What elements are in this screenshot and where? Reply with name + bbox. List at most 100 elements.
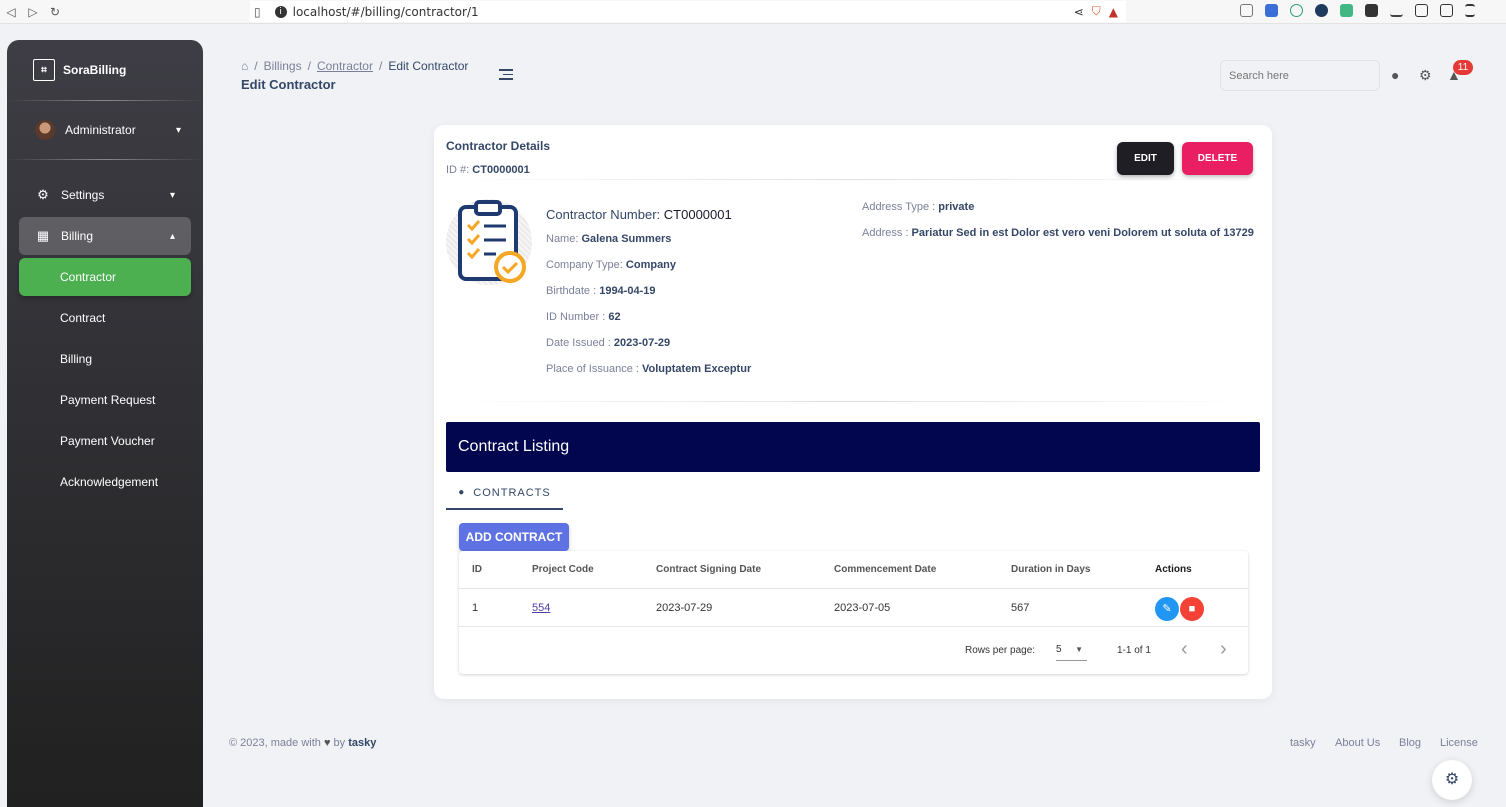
reader-icon[interactable]: [1240, 4, 1253, 17]
column-header[interactable]: ID: [472, 551, 482, 589]
sidebar-item-settings[interactable]: ⚙ Settings ▾: [19, 176, 191, 214]
footer-link-license[interactable]: License: [1440, 737, 1478, 749]
contractor-number-value: CT0000001: [663, 207, 732, 222]
back-icon[interactable]: ◁: [0, 5, 22, 19]
extension-icon[interactable]: [1315, 4, 1328, 17]
breadcrumb-contractor[interactable]: Contractor: [317, 59, 373, 73]
sidebar-item-label: Settings: [61, 188, 105, 202]
vue-devtools-icon[interactable]: [1340, 4, 1353, 17]
field-value: private: [938, 201, 975, 213]
gear-icon[interactable]: ⚙: [1419, 67, 1432, 84]
footer-link-about[interactable]: About Us: [1335, 737, 1380, 749]
sidebar-subitem-payment-request[interactable]: Payment Request: [19, 381, 191, 419]
reload-icon[interactable]: ↻: [44, 5, 66, 19]
sidebar: ⌗ SoraBilling Administrator ▾ ⚙ Settings…: [7, 40, 203, 807]
edit-row-button[interactable]: ✎: [1155, 597, 1179, 621]
column-header[interactable]: Duration in Days: [1011, 551, 1090, 589]
sidebar-subitem-label: Payment Voucher: [60, 434, 155, 448]
footer-link-blog[interactable]: Blog: [1399, 737, 1421, 749]
gear-icon: ⚙: [37, 187, 49, 202]
address-bar[interactable]: ▯ i localhost/#/billing/contractor/1 ⋖ ⛉…: [250, 1, 1126, 22]
column-header[interactable]: Contract Signing Date: [656, 551, 761, 589]
wallet-icon[interactable]: [1440, 4, 1453, 17]
footer-copyright: © 2023, made with ♥ by tasky: [229, 737, 376, 749]
column-header[interactable]: Project Code: [532, 551, 594, 589]
puzzle-icon[interactable]: [1365, 4, 1378, 17]
column-header[interactable]: Commencement Date: [834, 551, 936, 589]
search-input[interactable]: [1220, 60, 1380, 91]
caret-down-icon: ▼: [1075, 645, 1083, 654]
heart-icon: ♥: [323, 737, 331, 749]
prev-page-icon[interactable]: ‹: [1181, 638, 1188, 661]
field-address-type: Address Type : private: [862, 201, 1254, 227]
add-contract-button[interactable]: ADD CONTRACT: [459, 523, 569, 551]
field-value: 2023-07-29: [613, 337, 671, 349]
tab-label: CONTRACTS: [473, 486, 551, 499]
contracts-table: ID Project Code Contract Signing Date Co…: [459, 551, 1248, 674]
field-value: Voluptatem Exceptur: [642, 363, 752, 375]
breadcrumb-billings[interactable]: Billings: [264, 59, 302, 73]
home-icon[interactable]: ⌂: [241, 59, 248, 73]
field-date-issued: Date Issued : 2023-07-29: [546, 335, 751, 361]
extension-icon[interactable]: [1290, 4, 1303, 17]
field-label: Company Type:: [546, 259, 623, 271]
divider: [446, 179, 1258, 180]
menu-icon[interactable]: [1465, 4, 1475, 17]
footer-brand-link[interactable]: tasky: [348, 737, 376, 749]
user-menu[interactable]: Administrator ▾: [7, 101, 203, 159]
field-label: ID Number :: [546, 311, 606, 323]
gear-icon: ⚙: [1444, 771, 1460, 788]
extension-icon[interactable]: [1265, 4, 1278, 17]
rewards-icon[interactable]: ▲: [1109, 5, 1118, 19]
trash-icon: ■: [1188, 603, 1196, 615]
breadcrumb-current: Edit Contractor: [388, 59, 469, 73]
contract-listing-header: Contract Listing: [446, 422, 1260, 472]
table-header: ID Project Code Contract Signing Date Co…: [459, 551, 1248, 589]
footer-link-tasky[interactable]: tasky: [1290, 737, 1316, 749]
clipboard-icon: [446, 199, 532, 285]
delete-button[interactable]: DELETE: [1182, 142, 1253, 175]
sidebar-subitem-billing[interactable]: Billing: [19, 340, 191, 378]
chevron-up-icon: ▴: [169, 230, 175, 242]
sidebar-subitem-acknowledgement[interactable]: Acknowledgement: [19, 463, 191, 501]
cell-project-code: 554: [532, 589, 550, 627]
shield-icon[interactable]: ⛉: [1092, 4, 1101, 19]
menu-toggle-icon[interactable]: [499, 69, 513, 83]
field-value: 62: [608, 311, 621, 323]
bookmark-icon[interactable]: ▯: [254, 5, 261, 19]
edit-button[interactable]: EDIT: [1117, 142, 1174, 175]
page-title: Edit Contractor: [241, 77, 336, 92]
site-info-icon[interactable]: i: [274, 5, 287, 18]
logo-icon: ⌗: [33, 59, 55, 81]
account-icon[interactable]: ●: [1391, 67, 1399, 83]
next-page-icon[interactable]: ›: [1220, 638, 1227, 661]
field-label: Address Type :: [862, 201, 936, 213]
sidebar-subitem-payment-voucher[interactable]: Payment Voucher: [19, 422, 191, 460]
sidebar-subitem-contract[interactable]: Contract: [19, 299, 191, 337]
delete-row-button[interactable]: ■: [1180, 597, 1204, 621]
contractor-id-value: CT0000001: [472, 164, 530, 176]
rows-per-page-value: 5: [1056, 644, 1062, 655]
avatar: [35, 120, 55, 140]
breadcrumb-separator: /: [254, 59, 258, 73]
field-value: Company: [625, 259, 677, 271]
brand[interactable]: ⌗ SoraBilling: [7, 40, 203, 100]
settings-fab[interactable]: ⚙: [1432, 760, 1472, 800]
rows-per-page-label: Rows per page:: [965, 645, 1036, 656]
user-name: Administrator: [65, 123, 136, 137]
share-icon[interactable]: ⋖: [1074, 5, 1084, 19]
forward-icon[interactable]: ▷: [22, 5, 44, 19]
extension-icons: [1240, 4, 1475, 17]
sidebar-item-billing[interactable]: ▦ Billing ▴: [19, 217, 191, 255]
contractor-id: ID #: CT0000001: [446, 164, 530, 176]
playlist-icon[interactable]: [1390, 4, 1403, 17]
field-value: 1994-04-19: [599, 285, 656, 297]
field-name: Name: Galena Summers: [546, 231, 751, 257]
sidebar-subitem-contractor[interactable]: Contractor: [19, 258, 191, 296]
field-place-of-issuance: Place of Issuance : Voluptatem Exceptur: [546, 361, 751, 387]
tab-contracts[interactable]: ● CONTRACTS: [446, 477, 563, 510]
project-code-link[interactable]: 554: [532, 602, 550, 614]
rows-per-page-select[interactable]: 5 ▼: [1056, 639, 1087, 661]
breadcrumb-separator: /: [378, 59, 383, 73]
sidebar-icon[interactable]: [1415, 4, 1428, 17]
